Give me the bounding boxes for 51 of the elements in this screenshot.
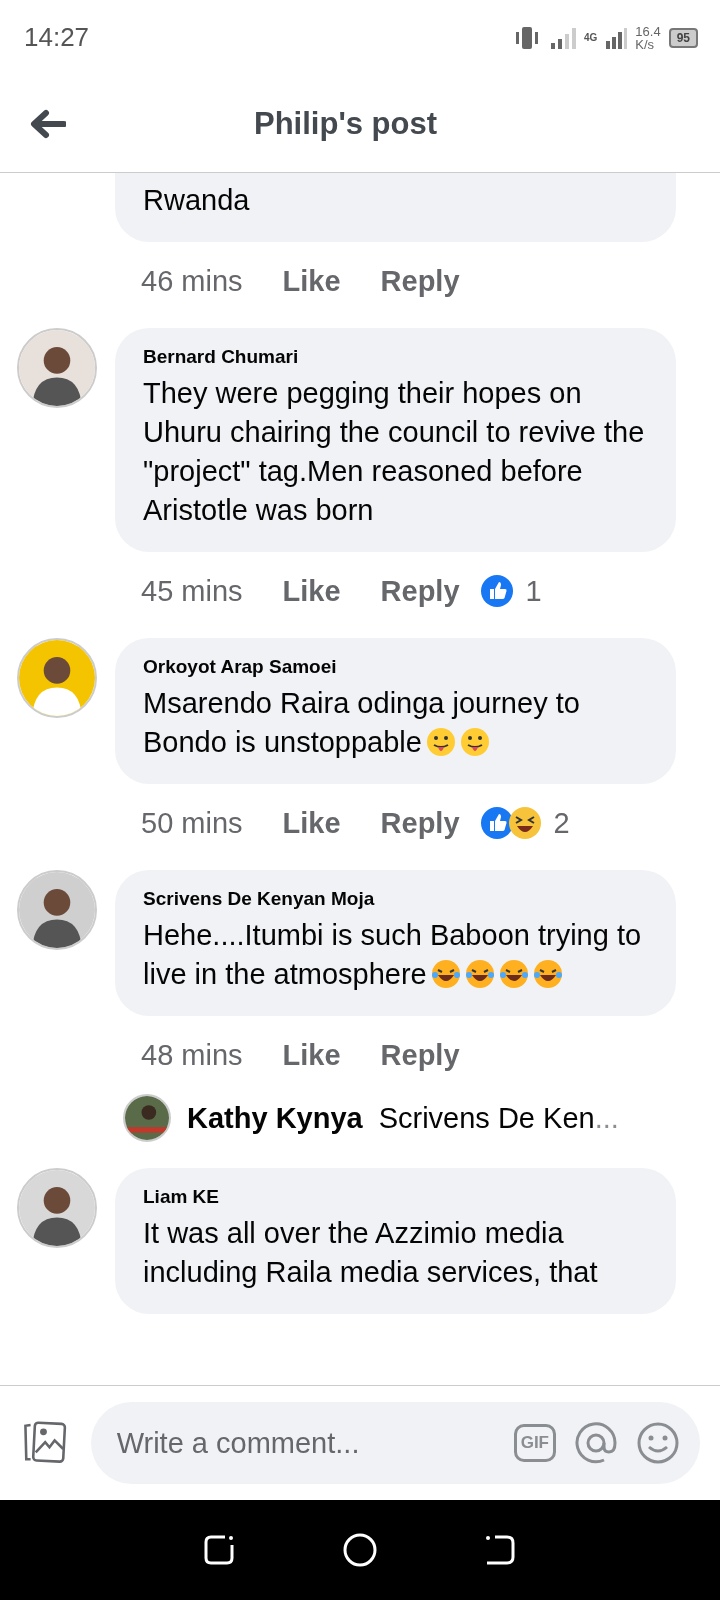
like-link[interactable]: Like (282, 806, 341, 840)
like-reaction-icon (479, 574, 514, 608)
comment-author[interactable]: Scrivens De Kenyan Moja (143, 888, 648, 910)
data-speed-unit: K/s (635, 37, 656, 51)
back-icon[interactable] (483, 1533, 518, 1567)
battery-level: 95 (668, 27, 698, 48)
reply-link[interactable]: Reply (380, 264, 460, 298)
network-type: 4G (584, 32, 598, 43)
recents-icon[interactable] (202, 1533, 237, 1567)
page-title: Philip's post (254, 105, 438, 142)
comment-author[interactable]: Liam KE (143, 1186, 648, 1208)
reaction-count[interactable]: 2 (553, 806, 570, 840)
laughing-tears-emoji-icon (464, 959, 495, 989)
reply-preview-text[interactable]: Scrivens De Ken... (378, 1101, 619, 1135)
comment-time: 48 mins (141, 1038, 243, 1072)
comment-time: 46 mins (141, 264, 243, 298)
laughing-tears-emoji-icon (498, 959, 529, 989)
comment-text: Msarendo Raira odinga journey to Bondo is unstoppable (143, 686, 581, 760)
comment-text: Hehe....Itumbi is such Baboon trying to live in the atmosphere (143, 918, 643, 992)
reply-link[interactable]: Reply (380, 1038, 460, 1072)
tongue-out-emoji-icon (425, 727, 456, 757)
comment-time: 50 mins (141, 806, 243, 840)
back-arrow-icon[interactable] (30, 108, 66, 139)
tongue-out-emoji-icon (459, 727, 490, 757)
comment-time: 45 mins (141, 574, 243, 608)
mention-icon[interactable] (574, 1421, 618, 1465)
like-reaction-icon (479, 806, 514, 840)
laughing-tears-emoji-icon (532, 959, 563, 989)
comment-author[interactable]: Bernard Chumari (143, 346, 648, 368)
home-icon[interactable] (342, 1532, 378, 1568)
avatar-icon[interactable] (123, 1094, 171, 1142)
signal-icon (605, 26, 628, 49)
comment-text: They were pegging their hopes on Uhuru chairing the council to revive the "project" tag.Men reasoned before Aristotle was born (143, 376, 646, 528)
reply-link[interactable]: Reply (380, 806, 460, 840)
reply-link[interactable]: Reply (380, 574, 460, 608)
comment-text: Rwanda (143, 183, 251, 218)
like-link[interactable]: Like (282, 574, 341, 608)
signal-icon (550, 26, 576, 49)
reply-author[interactable]: Kathy Kynya (187, 1101, 363, 1135)
laughing-tears-emoji-icon (430, 959, 461, 989)
status-time: 14:27 (24, 22, 90, 53)
emoji-icon[interactable] (636, 1421, 680, 1465)
like-link[interactable]: Like (282, 264, 341, 298)
reaction-count[interactable]: 1 (525, 574, 542, 608)
comment-author[interactable]: Orkoyot Arap Samoei (143, 656, 648, 678)
laughing-reaction-icon (507, 806, 542, 840)
like-link[interactable]: Like (282, 1038, 341, 1072)
comment-text: It was all over the Azzimio media including Raila media services, that (143, 1216, 599, 1290)
gif-button[interactable]: GIF (513, 1424, 556, 1462)
comment-field[interactable]: Write a comment... GIF (90, 1402, 700, 1484)
data-speed: 16.4 (635, 24, 661, 38)
